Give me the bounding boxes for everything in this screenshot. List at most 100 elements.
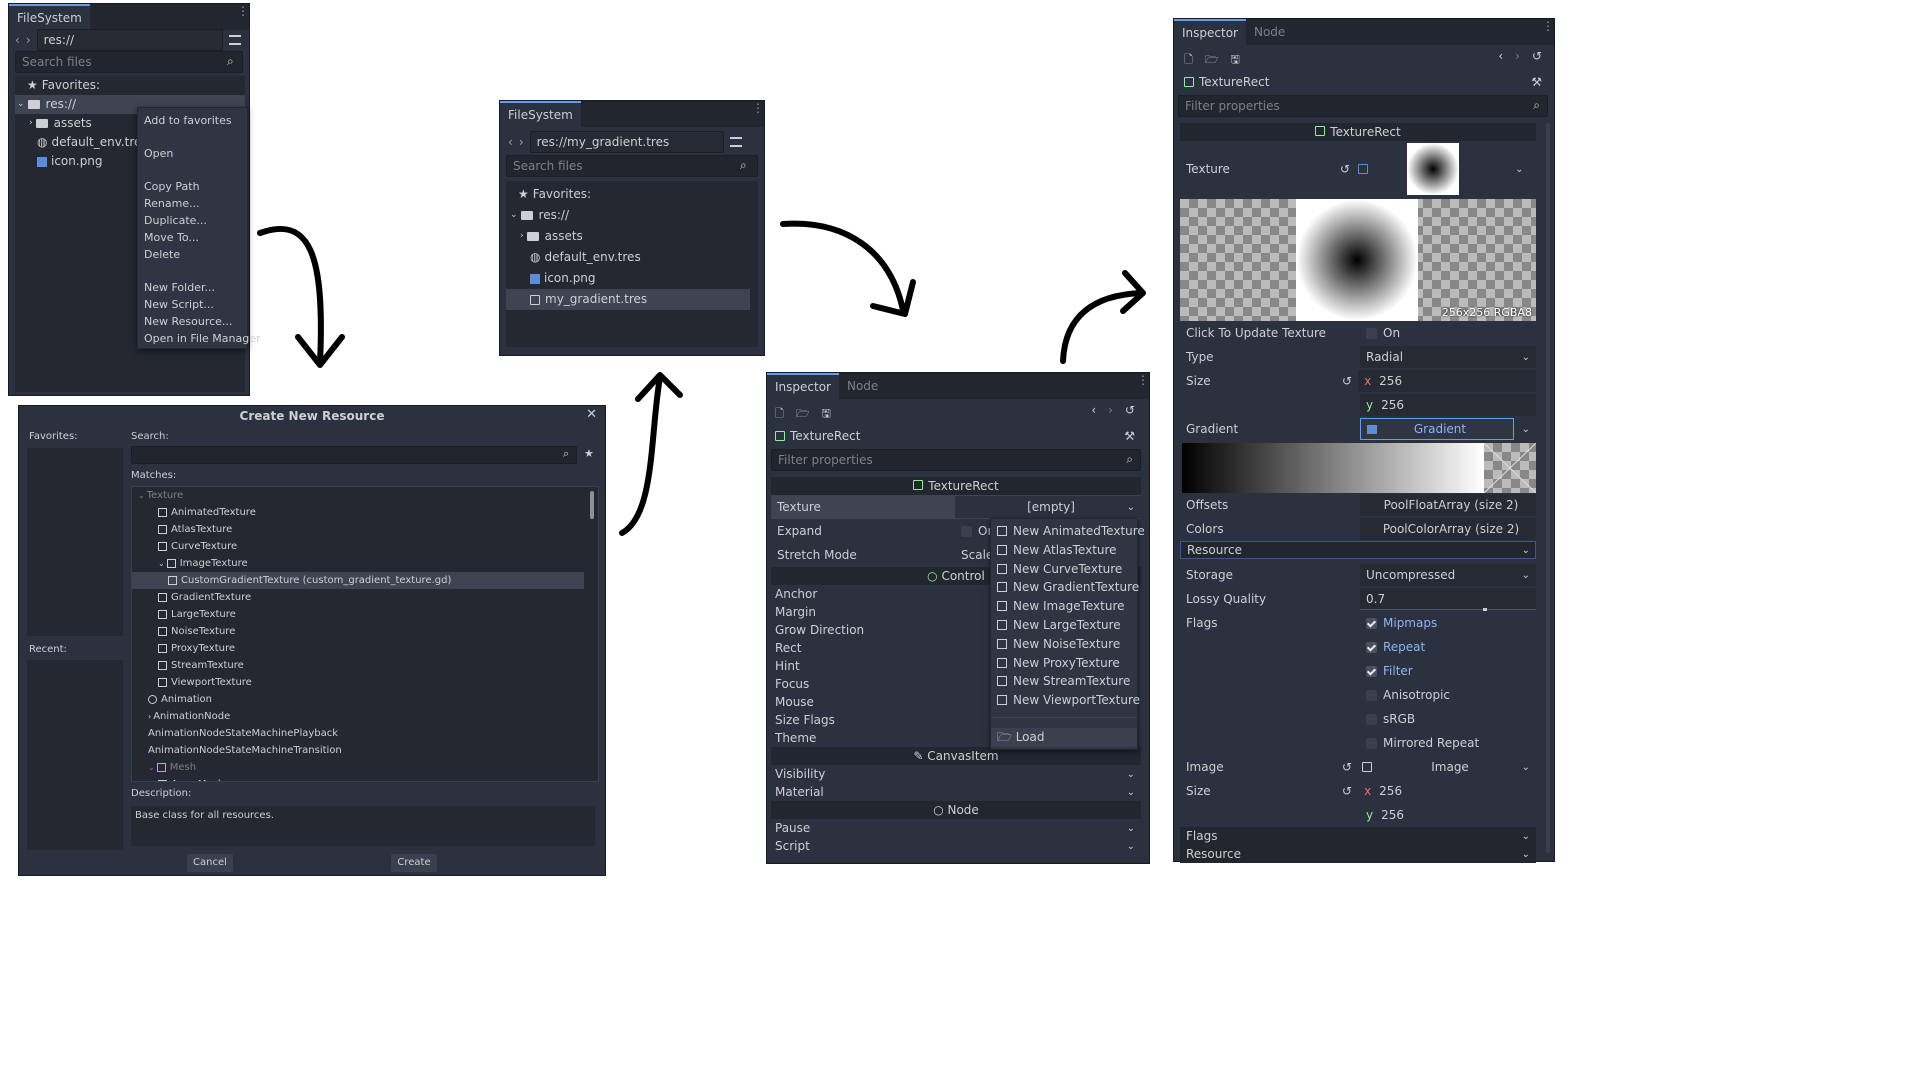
type-select[interactable]: Radial ⌄ (1360, 346, 1536, 368)
new-resource-icon[interactable]: 🗋 (1184, 51, 1193, 70)
menu-item-copy-path[interactable]: Copy Path (138, 178, 247, 195)
menu-item-new-script[interactable]: New Script... (138, 296, 247, 313)
tab-inspector[interactable]: Inspector (1174, 19, 1246, 45)
menu-item-open-in-file-manager[interactable]: Open in File Manager (138, 330, 261, 347)
favorites-item[interactable]: ★ Favorites: (15, 76, 245, 95)
create-button[interactable]: Create (391, 854, 437, 872)
reset-icon[interactable]: ↺ (1342, 784, 1352, 798)
recent-list[interactable] (27, 660, 123, 850)
search-files-input[interactable]: Search files (15, 51, 243, 73)
menu-item-delete[interactable]: Delete (138, 246, 247, 263)
menu-item-new-texture[interactable]: New AtlasTexture (991, 541, 1137, 560)
menu-kebab-icon[interactable]: ⋮ (1542, 20, 1554, 32)
menu-item-new-texture[interactable]: New StreamTexture (991, 672, 1137, 691)
resource-type-item[interactable]: CustomGradientTexture (custom_gradient_t… (132, 572, 584, 589)
save-icon[interactable]: 🖫 (1231, 51, 1240, 70)
forward-icon[interactable]: › (1108, 403, 1113, 417)
split-view-icon[interactable] (228, 35, 241, 45)
menu-kebab-icon[interactable]: ⋮ (752, 102, 764, 114)
split-view-icon[interactable] (729, 137, 742, 147)
inspector-group-row[interactable]: Visibility ⌄ (771, 765, 1141, 783)
reset-icon[interactable]: ↺ (1342, 374, 1352, 388)
forward-icon[interactable]: › (519, 135, 524, 149)
filter-properties-input[interactable]: Filter properties (771, 449, 1141, 471)
filter-properties-input[interactable]: Filter properties (1178, 95, 1548, 117)
save-icon[interactable]: 🖫 (822, 405, 831, 424)
flag-checkbox[interactable] (1366, 617, 1377, 629)
tree-item-my-gradient[interactable]: my_gradient.tres (506, 289, 750, 310)
inspector-group-row[interactable]: Script ⌄ (771, 837, 1141, 855)
history-icon[interactable]: ↺ (1532, 49, 1542, 63)
open-folder-icon[interactable]: 🗁 (1205, 51, 1219, 70)
slider-handle[interactable] (1483, 608, 1488, 611)
menu-item-duplicate[interactable]: Duplicate... (138, 212, 247, 229)
image-select[interactable]: Image ⌄ (1358, 756, 1536, 778)
size-x-field[interactable]: x 256 (1358, 370, 1536, 392)
resource-type-item[interactable]: Animation (132, 691, 598, 708)
resource-type-item[interactable]: ⌄ Mesh (132, 759, 598, 776)
texture-thumbnail[interactable] (1407, 143, 1460, 195)
scrollbar[interactable] (590, 491, 594, 519)
back-icon[interactable]: ‹ (508, 135, 513, 149)
back-icon[interactable]: ‹ (1091, 403, 1096, 417)
resource-type-item[interactable]: AnimatedTexture (132, 504, 598, 521)
flag-checkbox[interactable] (1366, 665, 1377, 677)
section-resource-2[interactable]: Resource ⌄ (1180, 845, 1536, 863)
tab-node[interactable]: Node (839, 373, 886, 399)
tree-item-assets[interactable]: › assets (506, 226, 758, 247)
size2-y-field[interactable]: y 256 (1360, 804, 1536, 826)
reset-icon[interactable]: ↺ (1342, 760, 1352, 774)
new-resource-icon[interactable]: 🗋 (775, 405, 784, 424)
menu-item-rename[interactable]: Rename... (138, 195, 247, 212)
tab-inspector[interactable]: Inspector (767, 373, 839, 399)
menu-item-move-to[interactable]: Move To... (138, 229, 247, 246)
back-icon[interactable]: ‹ (15, 33, 20, 47)
tools-icon[interactable]: ⚒ (1124, 429, 1135, 443)
tree-item-icon-png[interactable]: icon.png (506, 268, 758, 289)
gradient-editor[interactable] (1182, 443, 1536, 493)
resource-type-item[interactable]: AnimationNodeStateMachinePlayback (132, 725, 598, 742)
resource-type-item[interactable]: CurveTexture (132, 538, 598, 555)
menu-item-add-to-favorites[interactable]: Add to favorites (138, 112, 247, 129)
flag-checkbox[interactable] (1366, 713, 1377, 725)
flag-checkbox[interactable] (1366, 737, 1377, 749)
star-icon[interactable]: ★ (584, 447, 594, 460)
resource-type-item[interactable]: NoiseTexture (132, 623, 598, 640)
section-flags[interactable]: Flags ⌄ (1180, 827, 1536, 845)
tab-node[interactable]: Node (1246, 19, 1293, 45)
root-item[interactable]: ⌄ res:// (506, 205, 758, 226)
tab-filesystem[interactable]: FileSystem (9, 4, 90, 30)
texture-value[interactable]: [empty] ⌄ (955, 496, 1141, 518)
resource-type-item[interactable]: ⌄ Texture (132, 487, 598, 504)
resource-type-item[interactable]: AnimationNodeStateMachineTransition (132, 742, 598, 759)
favorites-list[interactable] (27, 448, 123, 636)
resource-type-item[interactable]: ProxyTexture (132, 640, 598, 657)
resource-type-item[interactable]: LargeTexture (132, 606, 598, 623)
favorites-item[interactable]: ★ Favorites: (506, 184, 758, 205)
menu-kebab-icon[interactable]: ⋮ (1137, 374, 1149, 386)
tree-item-default-env[interactable]: ◍ default_env.tres (506, 247, 758, 268)
flag-checkbox[interactable] (1366, 689, 1377, 701)
forward-icon[interactable]: › (26, 33, 31, 47)
gradient-select[interactable]: Gradient (1360, 418, 1514, 440)
inspector-scrollbar[interactable] (1546, 123, 1550, 853)
cancel-button[interactable]: Cancel (187, 854, 233, 872)
open-folder-icon[interactable]: 🗁 (796, 405, 810, 424)
menu-item-new-texture[interactable]: New ViewportTexture (991, 691, 1140, 710)
lossy-quality-slider[interactable]: 0.7 (1360, 588, 1536, 611)
storage-select[interactable]: Uncompressed ⌄ (1360, 564, 1536, 586)
size-y-field[interactable]: y 256 (1360, 394, 1536, 416)
menu-item-new-texture[interactable]: New CurveTexture (991, 560, 1137, 579)
menu-item-new-texture[interactable]: New GradientTexture (991, 578, 1139, 597)
tab-filesystem[interactable]: FileSystem (500, 101, 581, 127)
tools-icon[interactable]: ⚒ (1531, 75, 1542, 89)
forward-icon[interactable]: › (1515, 49, 1520, 63)
menu-item-new-resource[interactable]: New Resource... (138, 313, 247, 330)
search-files-input[interactable]: Search files (506, 155, 758, 177)
menu-item-new-texture[interactable]: New AnimatedTexture (991, 522, 1145, 541)
close-icon[interactable]: ✕ (586, 407, 597, 422)
colors-value[interactable]: PoolColorArray (size 2) (1360, 518, 1536, 540)
resource-type-item[interactable]: StreamTexture (132, 657, 598, 674)
reset-icon[interactable]: ↺ (1340, 162, 1350, 176)
resource-type-item[interactable]: ⌄ ImageTexture (132, 555, 598, 572)
